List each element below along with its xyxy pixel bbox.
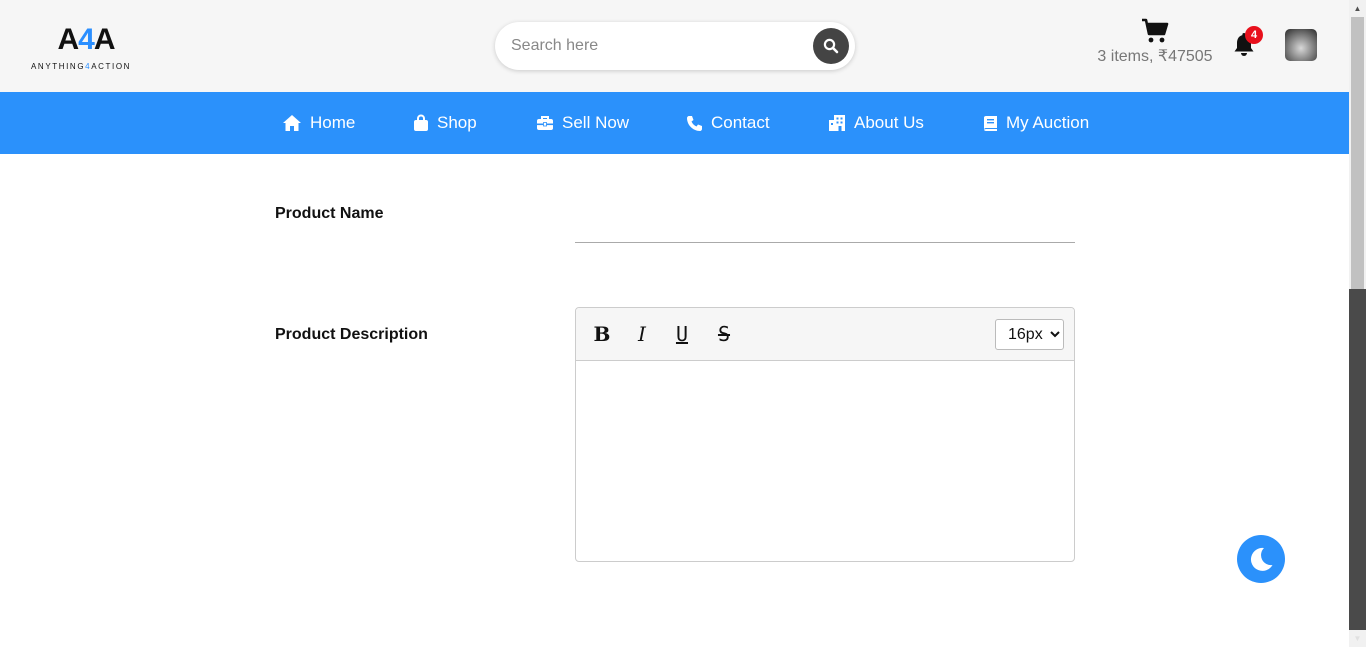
top-header: A4A ANYTHING4ACTION 3 items, ₹47505 — [0, 0, 1349, 92]
cart-button[interactable]: 3 items, ₹47505 — [1090, 18, 1220, 74]
nav-item-shop[interactable]: Shop — [413, 92, 477, 154]
avatar[interactable] — [1285, 29, 1317, 61]
underline-button[interactable]: U — [668, 320, 696, 348]
notification-count-badge: 4 — [1245, 26, 1263, 44]
search-input[interactable] — [511, 34, 801, 58]
nav-item-my-auction[interactable]: My Auction — [983, 92, 1089, 154]
nav-item-about-us[interactable]: About Us — [828, 92, 924, 154]
moon-icon — [1250, 547, 1273, 571]
search-button[interactable] — [813, 28, 849, 64]
building-icon — [829, 115, 845, 131]
cart-icon — [1142, 18, 1169, 43]
logo-mark: A4A — [57, 23, 115, 56]
search-icon — [823, 38, 839, 54]
editor-toolbar: B I U S 16px — [576, 308, 1074, 361]
nav-item-label: Contact — [711, 113, 770, 132]
site-logo[interactable]: A4A ANYTHING4ACTION — [31, 24, 141, 76]
nav-item-label: About Us — [854, 113, 924, 132]
shopping-bag-icon — [414, 114, 428, 131]
phone-icon — [687, 115, 702, 131]
font-size-select[interactable]: 16px — [995, 319, 1064, 350]
scroll-thumb[interactable] — [1351, 17, 1364, 289]
search-bar — [495, 22, 855, 70]
italic-button[interactable]: I — [628, 320, 656, 348]
main-nav: Home Shop Sell Now Contact About Us My A… — [0, 92, 1349, 154]
nav-item-label: My Auction — [1006, 113, 1090, 132]
page: A4A ANYTHING4ACTION 3 items, ₹47505 — [0, 0, 1366, 647]
home-icon — [283, 115, 301, 131]
nav-item-label: Shop — [437, 113, 477, 132]
toolbox-icon — [536, 116, 554, 130]
description-editor-area[interactable] — [576, 361, 1074, 561]
nav-item-label: Sell Now — [562, 113, 630, 132]
rich-text-editor: B I U S 16px — [575, 307, 1075, 562]
logo-tagline: ANYTHING4ACTION — [31, 62, 132, 71]
dark-mode-toggle[interactable] — [1237, 535, 1285, 583]
scroll-up-arrow[interactable]: ▲ — [1349, 0, 1366, 17]
product-name-input[interactable] — [575, 200, 1075, 243]
product-description-label: Product Description — [275, 326, 428, 343]
nav-item-contact[interactable]: Contact — [686, 92, 770, 154]
nav-item-label: Home — [310, 113, 356, 132]
vertical-scrollbar[interactable]: ▲ ▼ — [1349, 0, 1366, 647]
product-name-label: Product Name — [275, 205, 384, 222]
cart-summary: 3 items, ₹47505 — [1097, 48, 1213, 65]
nav-item-sell-now[interactable]: Sell Now — [536, 92, 629, 154]
scroll-down-arrow[interactable]: ▼ — [1349, 630, 1366, 647]
bold-button[interactable]: B — [588, 320, 616, 348]
strikethrough-button[interactable]: S — [710, 320, 738, 348]
nav-item-home[interactable]: Home — [282, 92, 355, 154]
scroll-track[interactable] — [1349, 289, 1366, 630]
book-icon — [984, 115, 997, 131]
